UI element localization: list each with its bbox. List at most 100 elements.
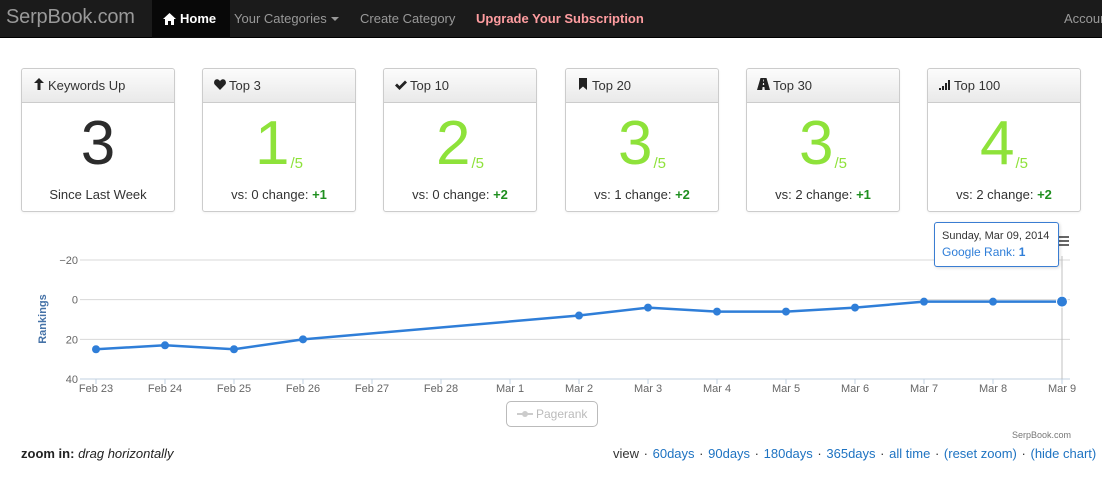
data-point (644, 303, 652, 312)
x-tick-label: Mar 3 (634, 383, 662, 395)
x-tick-label: Mar 1 (496, 383, 524, 395)
card-top-100: Top 100 4/5 vs: 2 change: +2 (927, 68, 1081, 212)
chart-credit[interactable]: SerpBook.com (1012, 430, 1071, 440)
data-point (161, 341, 169, 350)
card-top-30: Top 30 3/5 vs: 2 change: +1 (746, 68, 900, 212)
card-value: 3/5 (618, 109, 666, 178)
zoom-hint-text: drag horizontally (78, 446, 174, 461)
data-point (230, 345, 238, 354)
view-60days-link[interactable]: 60days (653, 446, 695, 461)
x-tick-label: Mar 7 (910, 383, 938, 395)
change-value: +1 (312, 187, 327, 202)
change-value: +1 (856, 187, 871, 202)
heart-icon (213, 70, 226, 103)
x-tick-label: Mar 2 (565, 383, 593, 395)
view-180days-link[interactable]: 180days (764, 446, 813, 461)
card-footer: vs: 1 change: +2 (594, 187, 690, 202)
x-tick-label: Feb 27 (355, 383, 389, 395)
data-point (713, 307, 721, 316)
data-point (1056, 295, 1068, 308)
view-label: view (613, 446, 640, 461)
data-point (920, 297, 928, 306)
view-90days-link[interactable]: 90days (708, 446, 750, 461)
tooltip-rank: Google Rank: 1 (942, 245, 1026, 259)
legend-line-icon (517, 411, 533, 417)
data-point (299, 335, 307, 344)
arrow-up-icon (32, 70, 45, 103)
card-value: 4/5 (980, 109, 1028, 178)
nav-your-categories[interactable]: Your Categories (224, 0, 349, 38)
x-tick-label: Mar 8 (979, 383, 1007, 395)
legend-label: Pagerank (536, 407, 588, 421)
nav-upgrade-label: Upgrade Your Subscription (476, 11, 644, 26)
y-axis-title: Rankings (37, 294, 49, 344)
card-footer: vs: 0 change: +1 (231, 187, 327, 202)
card-title: Top 3 (229, 78, 261, 93)
x-tick-label: Feb 24 (148, 383, 182, 395)
card-header: Top 100 (928, 69, 1080, 103)
data-point (782, 307, 790, 316)
card-value: 3/5 (799, 109, 847, 178)
card-value: 1/5 (255, 109, 303, 178)
card-footer: vs: 2 change: +2 (956, 187, 1052, 202)
nav-upgrade-subscription[interactable]: Upgrade Your Subscription (466, 0, 654, 38)
change-value: +2 (493, 187, 508, 202)
check-icon (394, 70, 407, 103)
y-tick-label: 40 (66, 374, 78, 386)
data-point (92, 345, 100, 354)
zoom-label: zoom in: (21, 446, 75, 461)
reset-zoom-link[interactable]: (reset zoom) (944, 446, 1017, 461)
x-tick-label: Feb 25 (217, 383, 251, 395)
card-title: Top 100 (954, 78, 1001, 93)
card-header: Top 20 (566, 69, 718, 103)
nav-account[interactable]: Account (1054, 0, 1102, 38)
x-tick-label: Feb 26 (286, 383, 320, 395)
zoom-hint: zoom in: drag horizontally (21, 446, 173, 461)
card-title: Top 20 (592, 78, 632, 93)
y-tick-label: 0 (72, 295, 78, 307)
data-point (575, 311, 583, 320)
home-icon (163, 13, 176, 25)
nav-account-label: Account (1064, 11, 1102, 26)
y-tick-label: −20 (59, 255, 78, 267)
card-title: Keywords Up (48, 78, 126, 93)
signal-icon (938, 70, 951, 103)
card-value: 3 (80, 109, 116, 178)
x-tick-label: Feb 28 (424, 383, 458, 395)
card-header: Top 3 (203, 69, 355, 103)
nav-home-label: Home (180, 11, 217, 26)
card-title: Top 30 (773, 78, 813, 93)
brand-logo[interactable]: SerpBook.com (6, 6, 135, 29)
series-line-google-rank (95, 300, 1062, 351)
bookmark-icon (576, 70, 589, 103)
view-range-links: view · 60days · 90days · 180days · 365da… (613, 446, 1097, 461)
card-title: Top 10 (410, 78, 450, 93)
x-tick-label: Mar 6 (841, 383, 869, 395)
tooltip-date: Sunday, Mar 09, 2014 (942, 230, 1050, 242)
card-top-20: Top 20 3/5 vs: 1 change: +2 (565, 68, 719, 212)
road-icon (757, 70, 770, 103)
x-tick-label: Mar 4 (703, 383, 731, 395)
card-keywords-up: Keywords Up 3 Since Last Week (21, 68, 175, 212)
x-tick-label: Mar 9 (1048, 383, 1076, 395)
change-value: +2 (1037, 187, 1052, 202)
card-value: 2/5 (436, 109, 484, 178)
caret-down-icon (330, 17, 339, 21)
nav-create-label: Create Category (360, 11, 456, 26)
legend-item-pagerank[interactable]: Pagerank (506, 401, 598, 427)
card-footer: vs: 2 change: +1 (775, 187, 871, 202)
card-top-3: Top 3 1/5 vs: 0 change: +1 (202, 68, 356, 212)
nav-create-category[interactable]: Create Category (350, 0, 465, 38)
view-365days-link[interactable]: 365days (826, 446, 875, 461)
y-tick-label: 20 (66, 334, 78, 346)
view-all-time-link[interactable]: all time (889, 446, 930, 461)
x-tick-label: Feb 23 (79, 383, 113, 395)
x-tick-label: Mar 5 (772, 383, 800, 395)
hide-chart-link[interactable]: (hide chart) (1030, 446, 1096, 461)
top-navbar: SerpBook.com Home Your Categories Create… (0, 0, 1102, 38)
card-header: Top 10 (384, 69, 536, 103)
nav-categories-label: Your Categories (234, 11, 327, 26)
card-footer: vs: 0 change: +2 (412, 187, 508, 202)
card-footer: Since Last Week (49, 187, 147, 202)
nav-home[interactable]: Home (152, 0, 231, 38)
